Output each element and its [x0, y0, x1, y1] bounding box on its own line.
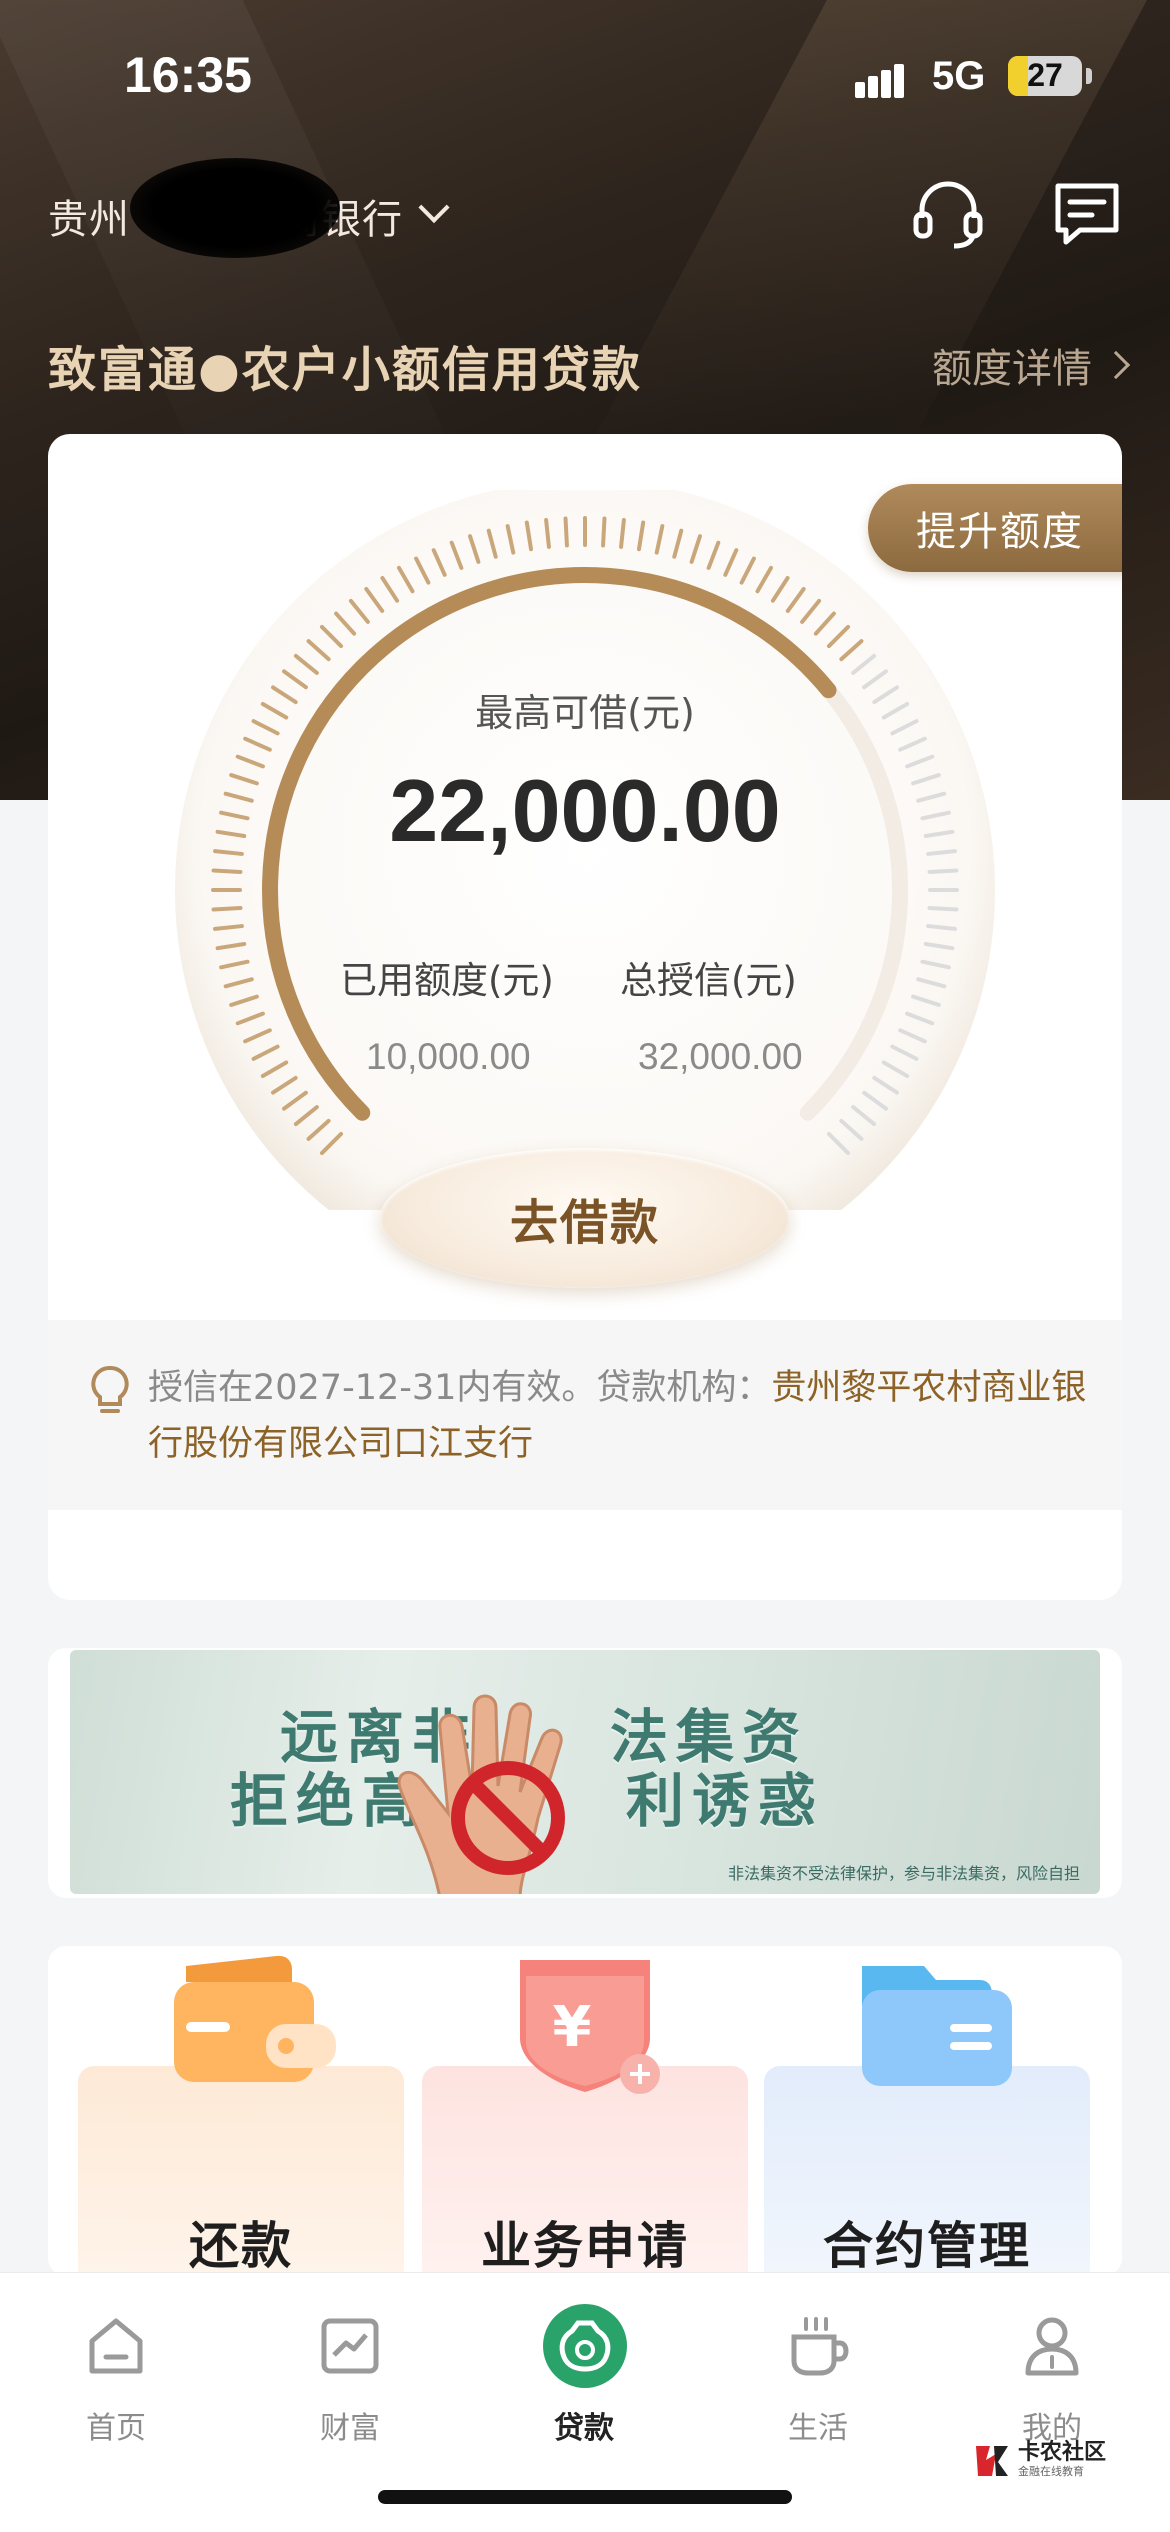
signal-icon — [855, 60, 915, 98]
gauge-tick — [211, 868, 243, 874]
repay-tile[interactable]: 还款 — [78, 1955, 404, 2276]
quota-detail-label: 额度详情 — [932, 346, 1092, 392]
credit-notice: 授信在2027-12-31内有效。贷款机构：贵州黎平农村商业银行股份有限公司口江… — [48, 1320, 1122, 1510]
battery-icon: 27 — [1008, 56, 1082, 96]
repay-label: 还款 — [189, 2217, 293, 2275]
chart-icon — [321, 2318, 379, 2374]
chevron-right-icon — [1101, 350, 1131, 380]
profile-icon — [1025, 2317, 1079, 2376]
gauge-tick — [601, 516, 607, 548]
business-apply-tile[interactable]: ¥ 业务申请 — [422, 1960, 748, 2276]
total-credit-label: 总授信(元) — [620, 959, 797, 1002]
quota-detail-link[interactable]: 额度详情 — [932, 336, 1131, 394]
business-apply-label: 业务申请 — [481, 2217, 689, 2275]
tab-home[interactable]: 首页 — [36, 2299, 196, 2449]
watermark-mark-icon — [976, 2446, 1008, 2476]
borrow-button[interactable]: 去借款 — [380, 1148, 790, 1288]
gauge-tick — [211, 906, 243, 912]
svg-text:¥: ¥ — [553, 1995, 592, 2060]
watermark-subtitle: 金融在线教育 — [1018, 2465, 1084, 2478]
gauge-tick — [927, 906, 959, 912]
status-bar: 16:35 5G 27 — [0, 0, 1170, 150]
stop-hand-image — [397, 1694, 565, 1894]
shield-yuan-icon: ¥ — [520, 1960, 660, 2094]
battery-level: 27 — [1027, 57, 1063, 93]
contract-manage-tile[interactable]: 合约管理 — [764, 1966, 1090, 2276]
services-card: 还款 ¥ 业务申请 合约管理 — [48, 1946, 1122, 2276]
bulb-icon — [91, 1366, 129, 1413]
tab-home-label: 首页 — [86, 2411, 146, 2446]
credit-gauge: 最高可借(元) 22,000.00 已用额度(元) 总授信(元) 10,000.… — [170, 490, 1000, 1210]
gauge-tick — [544, 518, 551, 549]
available-label: 最高可借(元) — [475, 691, 695, 735]
available-amount: 22,000.00 — [389, 761, 781, 860]
network-label: 5G — [932, 54, 986, 98]
redaction-mark — [130, 158, 340, 258]
banner-disclaimer: 非法集资不受法律保护，参与非法集资，风险自担 — [727, 1864, 1080, 1883]
promo-banner-card[interactable]: 远离非 法集资 拒绝高 利诱惑 非法集资不受法律保护，参与非法集资，风险自担 — [48, 1648, 1122, 1898]
tab-loan-label: 贷款 — [554, 2411, 614, 2446]
gauge-tick — [927, 868, 959, 874]
anti-illegal-fundraising-banner[interactable]: 远离非 法集资 拒绝高 利诱惑 非法集资不受法律保护，参与非法集资，风险自担 — [70, 1650, 1100, 1894]
gauge-tick — [926, 924, 957, 931]
tab-wealth-label: 财富 — [320, 2411, 380, 2446]
used-quota-value: 10,000.00 — [366, 1036, 531, 1077]
tab-life[interactable]: 生活 — [738, 2299, 898, 2449]
product-title: 致富通●农户小额信用贷款 — [48, 342, 642, 398]
tab-life-label: 生活 — [788, 2411, 848, 2446]
message-icon[interactable] — [1050, 180, 1124, 252]
battery-tip — [1086, 68, 1092, 84]
watermark-title: 卡农社区 — [1018, 2440, 1107, 2465]
status-time: 16:35 — [124, 47, 252, 103]
chevron-down-icon — [418, 191, 450, 224]
used-quota-label: 已用额度(元) — [340, 959, 554, 1002]
home-indicator — [378, 2490, 792, 2504]
tab-loan[interactable]: 贷款 — [504, 2299, 664, 2449]
gauge-tick — [563, 516, 569, 548]
wallet-icon — [174, 1955, 336, 2082]
notice-text: 授信在2027-12-31内有效。贷款机构：贵州黎平农村商业银行股份有限公司口江… — [148, 1368, 1087, 1464]
cup-icon — [791, 2317, 849, 2376]
contract-manage-label: 合约管理 — [823, 2217, 1031, 2275]
total-credit-value: 32,000.00 — [638, 1036, 803, 1077]
headset-icon[interactable] — [910, 178, 986, 252]
tab-mine[interactable]: 我的 — [972, 2299, 1132, 2449]
bank-selector[interactable]: 贵州 商银行 — [48, 158, 450, 258]
gauge-tick — [213, 924, 244, 931]
loan-icon — [543, 2304, 627, 2388]
loan-card: 提升额度 最高可借(元) 22,000.00 已用额度(元) 总授信(元) 10… — [48, 434, 1122, 1600]
home-icon — [89, 2318, 143, 2374]
gauge-tick — [619, 518, 626, 549]
folder-icon — [862, 1966, 1012, 2086]
watermark-logo: 卡农社区 金融在线教育 — [972, 2440, 1106, 2480]
tab-wealth[interactable]: 财富 — [270, 2299, 430, 2449]
